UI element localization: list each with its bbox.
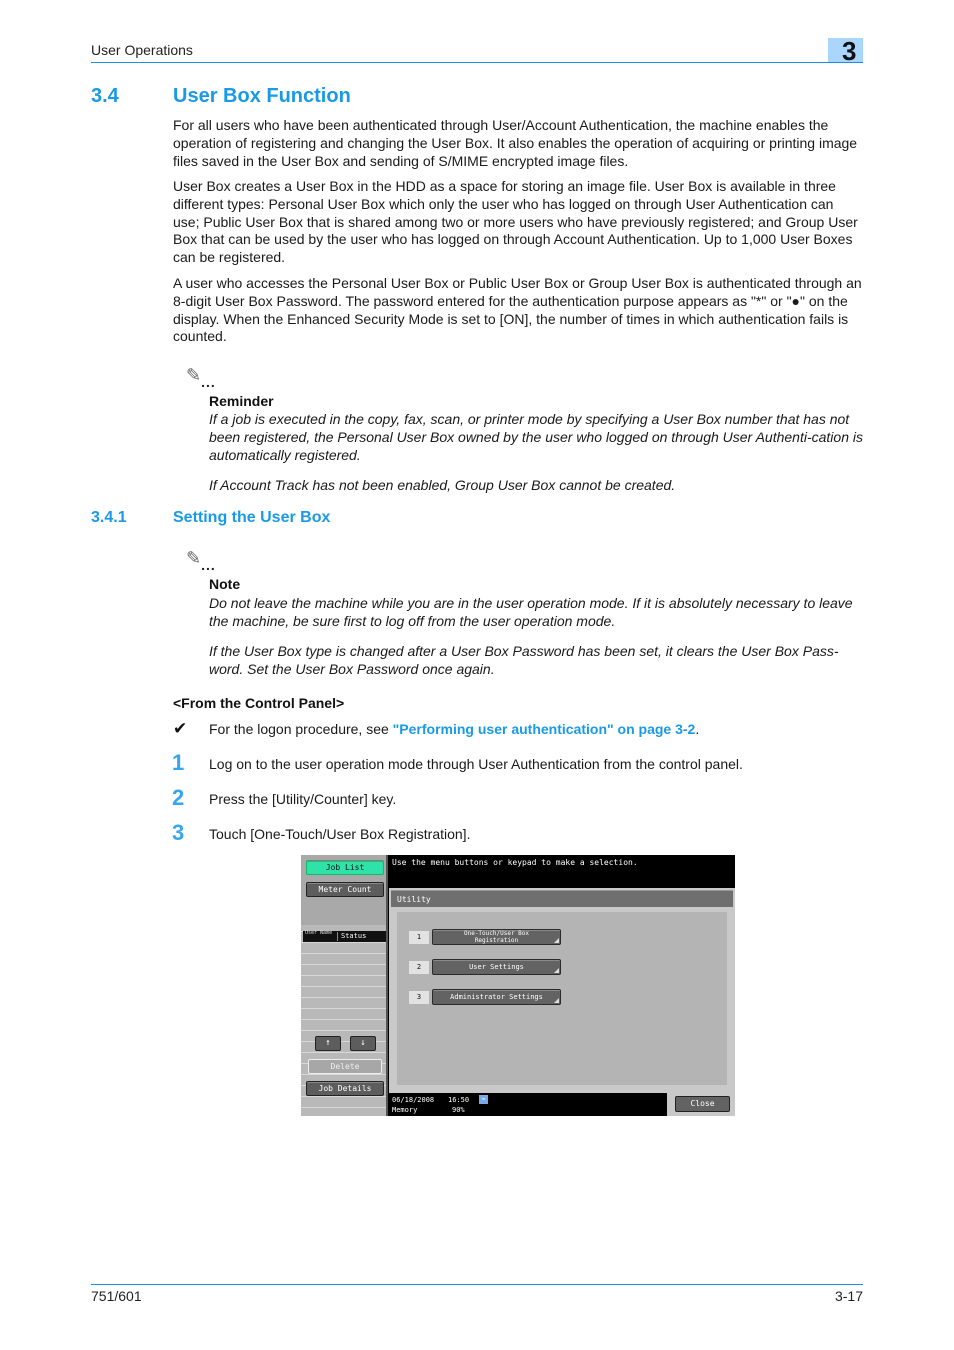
prerequisite-suffix: . [695, 721, 700, 737]
note-text: Do not leave the machine while you are i… [209, 595, 853, 629]
menu-number: 1 [409, 931, 429, 944]
message-bar: Use the menu buttons or keypad to make a… [389, 855, 735, 887]
utility-panel: Utility 1 One-Touch/User Box Registratio… [389, 888, 735, 1093]
delete-button[interactable]: Delete [308, 1059, 382, 1074]
chapter-number: 3 [842, 36, 857, 66]
column-user-name: User Name [305, 930, 333, 936]
procedure-heading: <From the Control Panel> [173, 695, 345, 711]
device-screen-figure: Job List Meter Count User Name Status ↑ … [301, 855, 735, 1116]
menu-label: User Settings [469, 963, 524, 971]
step-text: Log on to the user operation mode throug… [209, 756, 743, 772]
body-paragraph: A user who accesses the Personal User Bo… [173, 275, 862, 345]
meter-count-button[interactable]: Meter Count [306, 882, 384, 897]
step-number: 3 [172, 820, 185, 845]
section-number: 3.4 [91, 85, 119, 107]
job-list-button[interactable]: Job List [306, 860, 384, 875]
reminder-label: Reminder [209, 393, 274, 409]
note-text: If the User Box type is changed after a … [209, 643, 839, 677]
subsection-number: 3.4.1 [91, 509, 127, 526]
menu-number: 3 [409, 991, 429, 1004]
model-number: 751/601 [91, 1288, 142, 1304]
status-time: 16:50 [448, 1096, 470, 1104]
reminder-text: If Account Track has not been enabled, G… [209, 477, 676, 493]
column-separator [337, 932, 338, 941]
close-area: Close [667, 1093, 735, 1116]
footer-rule [91, 1284, 863, 1285]
job-list-header: User Name Status [303, 931, 386, 942]
corner-indicator-icon [554, 938, 559, 943]
subsection-title: Setting the User Box [173, 509, 331, 526]
body-paragraph: User Box creates a User Box in the HDD a… [173, 178, 858, 266]
memory-value: 90% [452, 1106, 465, 1114]
administrator-settings-button[interactable]: Administrator Settings [432, 989, 561, 1005]
menu-label-line2: Registration [474, 937, 519, 944]
user-settings-button[interactable]: User Settings [432, 959, 561, 975]
status-date: 06/18/2008 [392, 1096, 435, 1104]
one-touch-user-box-registration-button[interactable]: One-Touch/User Box Registration [432, 929, 561, 945]
pencil-note-icon: ✎... [186, 548, 216, 573]
checkmark-icon: ✔ [173, 719, 188, 738]
menu-label: Administrator Settings [450, 993, 543, 1001]
cross-reference-link[interactable]: "Performing user authentication" on page… [393, 721, 696, 737]
pencil-note-icon: ✎... [186, 365, 216, 390]
prerequisite-text: For the logon procedure, see "Performing… [209, 721, 699, 737]
step-text: Press the [Utility/Counter] key. [209, 791, 397, 807]
corner-indicator-icon [554, 968, 559, 973]
note-label: Note [209, 576, 241, 592]
utility-menu: 1 One-Touch/User Box Registration 2 User… [397, 912, 727, 1085]
step-number: 2 [172, 785, 185, 810]
menu-label-line1: One-Touch/User Box [463, 930, 530, 937]
header-rule [91, 62, 863, 63]
step-text: Touch [One-Touch/User Box Registration]. [209, 826, 471, 842]
scroll-down-button[interactable]: ↓ [350, 1036, 376, 1051]
running-header: User Operations [91, 42, 193, 58]
page-number: 3-17 [834, 1288, 863, 1304]
job-details-button[interactable]: Job Details [306, 1081, 384, 1096]
reminder-text: If a job is executed in the copy, fax, s… [209, 411, 863, 463]
step-number: 1 [172, 750, 185, 775]
section-title: User Box Function [173, 85, 351, 107]
utility-title: Utility [391, 890, 733, 907]
column-status: Status [341, 932, 367, 940]
corner-indicator-icon [554, 998, 559, 1003]
panel-divider [386, 855, 388, 1116]
body-paragraph: For all users who have been authenticate… [173, 117, 858, 169]
status-bar: 06/18/2008 16:50 Memory 90% ⌁ [389, 1093, 667, 1116]
close-button[interactable]: Close [675, 1096, 730, 1112]
network-icon: ⌁ [479, 1095, 488, 1104]
scroll-up-button[interactable]: ↑ [315, 1036, 341, 1051]
prerequisite-prefix: For the logon procedure, see [209, 721, 393, 737]
menu-number: 2 [409, 961, 429, 974]
memory-label: Memory [392, 1106, 418, 1114]
